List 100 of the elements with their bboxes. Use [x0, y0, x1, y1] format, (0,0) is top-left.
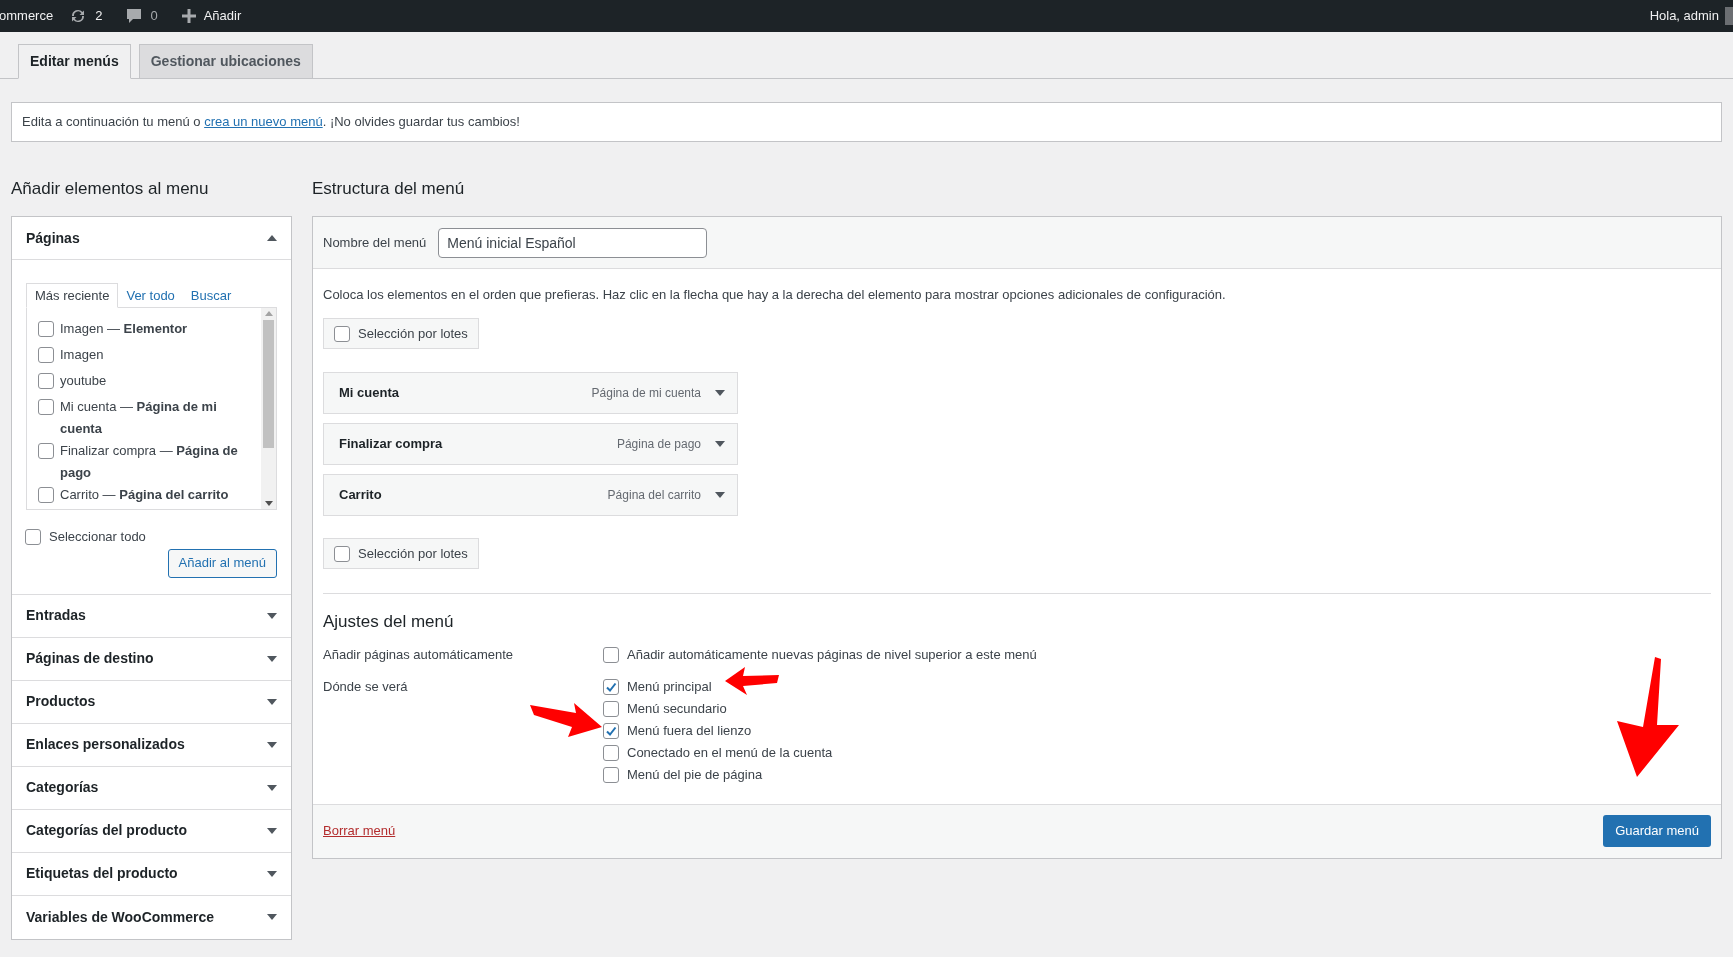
caret-icon — [715, 390, 725, 396]
comments-count[interactable]: 0 — [150, 6, 158, 26]
accordion-title: Enlaces personalizados — [26, 735, 185, 754]
checkbox[interactable] — [603, 646, 619, 663]
scroll-up-icon[interactable] — [264, 311, 273, 316]
menu-item-type: Página de mi cuenta — [591, 385, 701, 402]
notice-text: Edita a continuación tu menú o crea un nuevo menú. ¡No olvides guardar tus cambios! — [22, 113, 520, 132]
bulk-select-control[interactable]: Selección por lotes — [323, 538, 479, 569]
page-label: Carrito — Página del carrito — [60, 486, 229, 504]
checkbox[interactable] — [334, 325, 350, 342]
checkbox[interactable] — [38, 399, 54, 415]
accordion-header[interactable]: Entradas — [12, 594, 291, 638]
checkbox[interactable] — [603, 744, 619, 761]
settings-heading: Ajustes del menú — [323, 611, 455, 633]
accordion-title: Categorías — [26, 778, 99, 797]
menu-item[interactable]: Mi cuenta Página de mi cuenta — [323, 372, 738, 414]
caret-icon — [267, 870, 277, 877]
accordion-header[interactable]: Categorías — [12, 766, 291, 810]
bulk-select-label: Selección por lotes — [358, 324, 468, 343]
bulk-select-label: Selección por lotes — [358, 544, 468, 563]
page-label: youtube — [60, 372, 107, 390]
checkbox[interactable] — [38, 373, 54, 389]
create-menu-link[interactable]: crea un nuevo menú — [204, 114, 323, 130]
save-menu-button[interactable]: Guardar menú — [1603, 815, 1711, 847]
accordion-header[interactable]: Productos — [12, 680, 291, 724]
checkbox[interactable] — [603, 766, 619, 783]
checkbox[interactable] — [25, 528, 41, 545]
add-to-menu-button[interactable]: Añadir al menú — [167, 548, 277, 578]
checkbox[interactable] — [334, 545, 350, 562]
accordion-header[interactable]: Páginas de destino — [12, 637, 291, 681]
menu-name-field[interactable]: Menú inicial Español — [438, 227, 708, 258]
plus-icon[interactable] — [181, 9, 196, 23]
menu-item-title: Finalizar compra — [339, 435, 444, 454]
delete-menu-link[interactable]: Borrar menú — [323, 821, 396, 841]
caret-icon — [267, 784, 277, 791]
accordion-header[interactable]: Categorías del producto — [12, 809, 291, 853]
scrollbar[interactable] — [261, 308, 276, 509]
caret-icon — [267, 827, 277, 834]
checkmark-icon — [605, 724, 617, 737]
select-all-label: Seleccionar todo — [49, 528, 146, 546]
comment-icon[interactable] — [126, 8, 143, 24]
site-name[interactable]: ommerce — [0, 6, 54, 26]
option-label: Añadir automáticamente nuevas páginas de nivel superior a este menú — [627, 645, 1037, 664]
bulk-select-control[interactable]: Selección por lotes — [323, 318, 479, 349]
checkbox[interactable] — [603, 678, 619, 695]
checkbox[interactable] — [38, 443, 54, 459]
accordion-title: Etiquetas del producto — [26, 864, 178, 883]
option-label: Menú del pie de página — [627, 765, 763, 784]
accordion-title: Productos — [26, 692, 96, 711]
checkbox[interactable] — [38, 321, 54, 337]
caret-icon — [715, 492, 725, 498]
accordion-header[interactable]: Páginas — [12, 217, 291, 260]
pages-tab[interactable]: Más reciente — [26, 283, 119, 308]
page-tab[interactable]: Editar menús — [18, 44, 131, 79]
menu-item-type: Página del carrito — [607, 487, 701, 504]
caret-icon — [267, 914, 277, 920]
menu-item-title: Carrito — [339, 486, 383, 505]
section-heading: Añadir elementos al menu — [11, 178, 210, 200]
menu-item[interactable]: Carrito Página del carrito — [323, 474, 738, 516]
checkbox[interactable] — [38, 487, 54, 503]
caret-icon — [267, 698, 277, 705]
add-new-link[interactable]: Añadir — [203, 6, 242, 26]
menu-item[interactable]: Finalizar compra Página de pago — [323, 423, 738, 465]
page-label: Imagen — Elementor — [60, 320, 188, 338]
menu-item-type: Página de pago — [616, 436, 701, 453]
option-label: Menú secundario — [627, 699, 727, 718]
updates-count[interactable]: 2 — [95, 6, 103, 26]
caret-icon — [267, 612, 277, 619]
annotation-arrow — [530, 701, 602, 737]
checkbox[interactable] — [38, 347, 54, 363]
option-label: Menú fuera del lienzo — [627, 721, 752, 740]
menu-name-label: Nombre del menú — [323, 233, 427, 252]
page-tab[interactable]: Gestionar ubicaciones — [138, 44, 313, 79]
checkmark-icon — [605, 680, 617, 693]
accordion-header[interactable]: Variables de WooCommerce — [12, 895, 291, 939]
option-label: Conectado en el menú de la cuenta — [627, 743, 833, 762]
scroll-down-icon[interactable] — [264, 501, 273, 506]
setting-label: Dónde se verá — [323, 678, 408, 694]
caret-icon — [715, 441, 725, 447]
caret-icon — [267, 741, 277, 748]
accordion-title: Páginas — [26, 228, 80, 248]
checkbox[interactable] — [603, 700, 619, 717]
checkbox[interactable] — [603, 722, 619, 739]
pages-tab[interactable]: Ver todo — [118, 283, 183, 308]
menu-item-title: Mi cuenta — [339, 384, 400, 403]
page-label: Finalizar compra — Página de pago — [60, 442, 239, 482]
option-label: Menú principal — [627, 677, 712, 696]
accordion-title: Categorías del producto — [26, 821, 188, 840]
page-label: Imagen — [60, 346, 104, 364]
setting-label: Añadir páginas automáticamente — [323, 646, 514, 662]
pages-tab[interactable]: Buscar — [182, 283, 240, 308]
instructions-text: Coloca los elementos en el orden que prefieras. Haz clic en la flecha que hay a la derecha del elemento para mostrar opciones adicionales de configuración. — [323, 286, 1227, 304]
caret-icon — [267, 655, 277, 662]
greeting[interactable]: Hola, admin — [1649, 6, 1719, 26]
accordion-title: Variables de WooCommerce — [26, 907, 215, 927]
accordion-title: Entradas — [26, 606, 86, 625]
accordion-header[interactable]: Etiquetas del producto — [12, 852, 291, 896]
annotation-arrow — [725, 667, 779, 695]
accordion-header[interactable]: Enlaces personalizados — [12, 723, 291, 767]
accordion-title: Páginas de destino — [26, 649, 154, 668]
